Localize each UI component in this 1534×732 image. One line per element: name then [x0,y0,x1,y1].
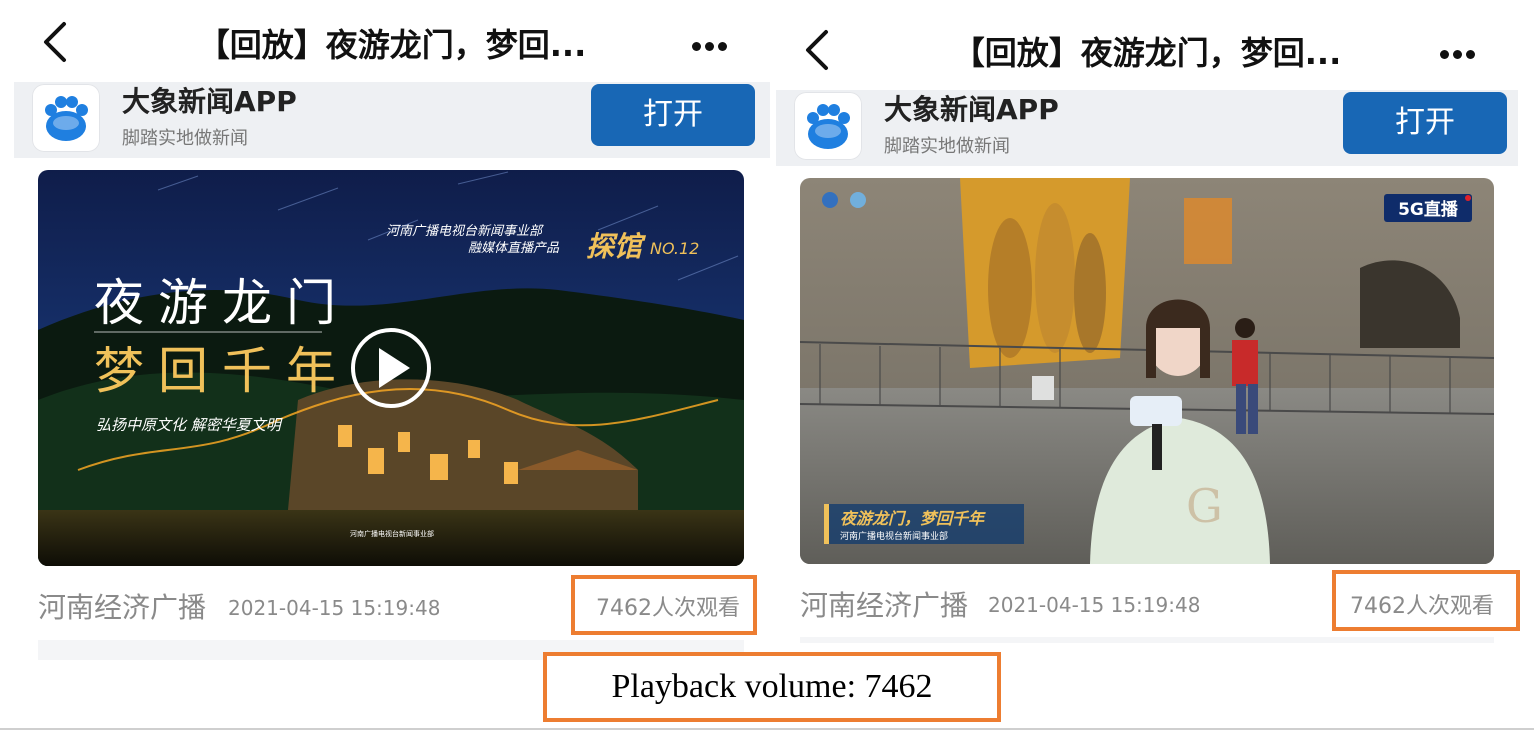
bottom-divider [0,728,1534,730]
app-download-banner: 大象新闻APP 脚踏实地做新闻 打开 [14,82,770,158]
nav-bar: 【回放】夜游龙门，梦回... [14,0,770,82]
overlay-brand-text: 探馆 [586,230,647,263]
overlay-org-text: 河南广播电视台新闻事业部 [386,224,544,239]
app-name: 大象新闻APP [122,85,297,118]
app-slogan: 脚踏实地做新闻 [884,136,1010,157]
app-download-banner: 大象新闻APP 脚踏实地做新闻 打开 [776,90,1518,166]
headline-line-2: 梦回千年 [94,342,350,400]
back-chevron-icon[interactable] [40,20,70,64]
app-slogan: 脚踏实地做新闻 [122,128,248,149]
more-ellipsis-icon[interactable] [1440,44,1484,59]
view-count-highlight [571,575,757,635]
nav-bar: 【回放】夜游龙门，梦回... [776,0,1518,82]
content-divider [800,637,1494,643]
footer-note-text: 河南广播电视台新闻事业部 [350,529,434,538]
channel-name[interactable]: 河南经济广播 [38,586,206,626]
lower-third-subtitle: 河南广播电视台新闻事业部 [840,530,948,542]
headline-line-1: 夜游龙门 [94,274,350,332]
overlay-product-text: 融媒体直播产品 [468,241,560,256]
page-title: 【回放】夜游龙门，梦回... [952,34,1342,72]
open-app-button[interactable]: 打开 [1343,92,1507,154]
tagline-text: 弘扬中原文化 解密华夏文明 [96,416,283,434]
svg-text:G: G [1186,479,1223,533]
app-logo-icon [794,92,862,160]
video-thumbnail[interactable]: 河南广播电视台新闻事业部 融媒体直播产品 探馆 NO.12 夜游龙门 梦回千年 … [38,170,744,566]
playback-volume-caption: Playback volume: 7462 [543,652,1001,722]
live-badge: 5G直播 [1398,199,1459,220]
left-screenshot: 【回放】夜游龙门，梦回... 大象新闻APP 脚踏实地做新闻 打开 河南广播电视… [14,0,770,660]
channel-name[interactable]: 河南经济广播 [800,584,968,624]
app-name: 大象新闻APP [884,93,1059,126]
open-app-button[interactable]: 打开 [591,84,755,146]
back-chevron-icon[interactable] [802,28,832,72]
post-timestamp: 2021-04-15 15:19:48 [988,593,1201,617]
app-logo-icon [32,84,100,152]
more-ellipsis-icon[interactable] [692,36,736,51]
lower-third-title: 夜游龙门，梦回千年 [840,509,986,528]
video-thumbnail[interactable]: G 夜游龙门，梦回千年 河南广播电视台新闻事业部 5G直播 [800,178,1494,564]
post-timestamp: 2021-04-15 15:19:48 [228,596,441,620]
page-title: 【回放】夜游龙门，梦回... [197,26,587,64]
overlay-issue-text: NO.12 [650,239,699,258]
view-count-highlight [1332,570,1520,631]
right-screenshot: 【回放】夜游龙门，梦回... 大象新闻APP 脚踏实地做新闻 打开 G 夜游龙门… [776,0,1520,660]
